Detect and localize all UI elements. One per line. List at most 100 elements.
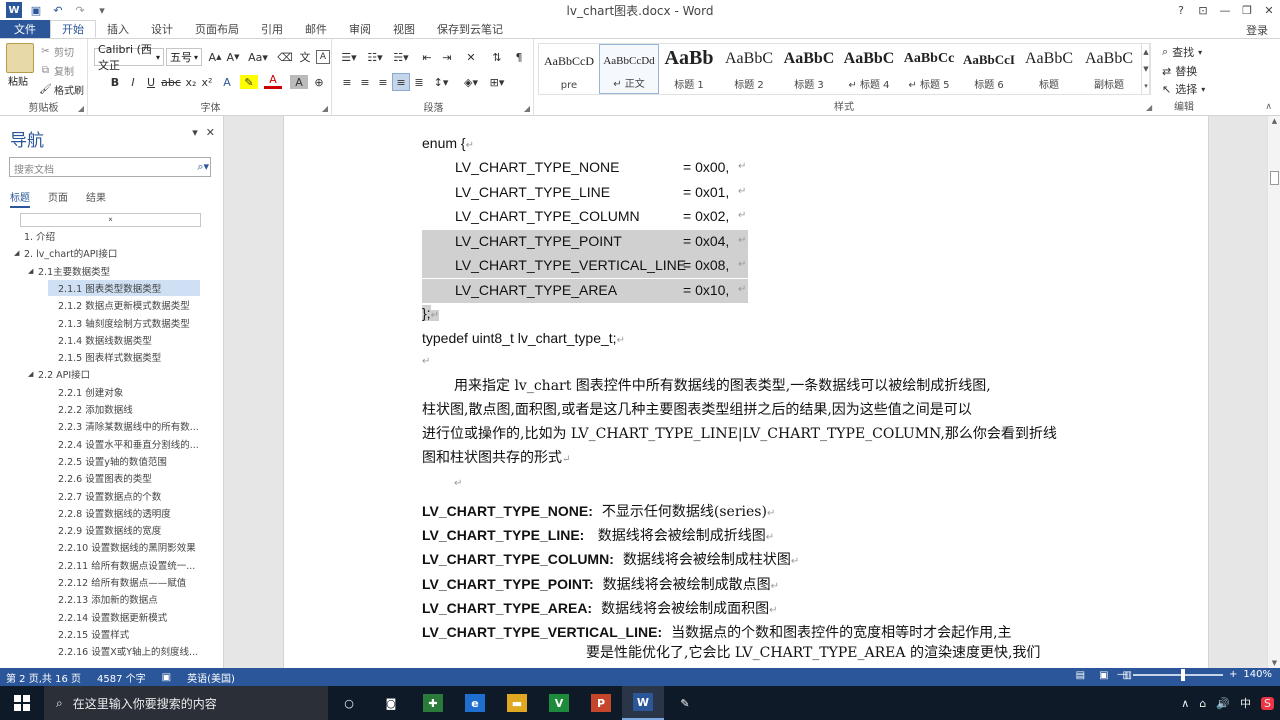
taskbar-app-powerpoint[interactable]: P <box>580 686 622 720</box>
nav-heading-item[interactable]: 1. 介绍 <box>14 228 55 244</box>
nav-heading-item[interactable]: 2.1.2 数据点更新模式数据类型 <box>48 297 190 313</box>
phonetic-guide-icon[interactable]: 文 <box>296 48 314 66</box>
nav-heading-item[interactable]: 2.1.4 数据线数据类型 <box>48 332 152 348</box>
dialog-launcher-icon[interactable]: ◢ <box>1146 103 1152 112</box>
underline-icon[interactable]: U <box>142 73 160 91</box>
nav-heading-item[interactable]: 2.2.4 设置水平和垂直分割线的... <box>48 436 199 452</box>
nav-collapse-bar[interactable]: ⌅ <box>20 213 201 227</box>
show-marks-icon[interactable]: ¶ <box>510 48 528 66</box>
replace-button[interactable]: ⇄ 替换 <box>1162 63 1197 79</box>
nav-tab-headings[interactable]: 标题 <box>10 189 30 208</box>
shading-icon[interactable]: ◈▾ <box>460 73 482 91</box>
increase-indent-icon[interactable]: ⇥ <box>438 48 456 66</box>
more-styles-icon[interactable]: ▾ <box>1144 82 1148 90</box>
print-layout-icon[interactable]: ▣ <box>1099 670 1108 681</box>
save-icon[interactable]: ▣ <box>26 1 46 19</box>
numbering-icon[interactable]: ☷▾ <box>364 48 386 66</box>
redo-icon[interactable]: ↷ <box>70 1 90 19</box>
style-subtitle[interactable]: AaBbC 副标题 <box>1079 44 1139 94</box>
word-count[interactable]: 4587 个字 <box>97 670 146 685</box>
style-heading-4[interactable]: AaBbC ↵ 标题 4 <box>839 44 899 94</box>
nav-heading-item[interactable]: 2.2.11 给所有数据点设置统一... <box>48 557 195 573</box>
taskbar-app-word[interactable]: W <box>622 686 664 720</box>
nav-heading-item[interactable]: 2.2.13 添加新的数据点 <box>48 591 158 607</box>
copy-button[interactable]: ⧉ 复制 <box>40 63 74 78</box>
network-icon[interactable]: ⌂ <box>1199 697 1206 710</box>
strikethrough-icon[interactable]: abc <box>161 73 181 91</box>
highlight-icon[interactable]: ✎ <box>240 75 258 89</box>
tab-home[interactable]: 开始 <box>50 20 96 38</box>
style-normal[interactable]: AaBbCcDd ↵ 正文 <box>599 44 659 94</box>
dialog-launcher-icon[interactable]: ◢ <box>78 104 84 113</box>
enclose-char-icon[interactable]: A <box>316 50 330 64</box>
paste-icon[interactable] <box>6 43 34 73</box>
taskbar-search[interactable]: ⌕ 在这里输入你要搜索的内容 <box>44 686 328 720</box>
style-heading-1[interactable]: AaBb 标题 1 <box>659 44 719 94</box>
style-heading-6[interactable]: AaBbCcI 标题 6 <box>959 44 1019 94</box>
shrink-font-icon[interactable]: A ▼ <box>224 48 242 66</box>
help-button[interactable]: ? <box>1170 0 1192 20</box>
ime-indicator[interactable]: 中 <box>1240 695 1251 711</box>
expand-triangle-icon[interactable]: ◢ <box>14 249 24 257</box>
nav-options-icon[interactable]: ▾ <box>192 126 198 139</box>
tab-design[interactable]: 设计 <box>140 20 184 38</box>
text-effects-icon[interactable]: A <box>218 73 236 91</box>
customize-qat-icon[interactable]: ▾ <box>92 1 112 19</box>
bold-icon[interactable]: B <box>106 73 124 91</box>
nav-heading-item[interactable]: 2.1.1 图表类型数据类型 <box>48 279 200 296</box>
style-pre[interactable]: AaBbCcD pre <box>539 44 599 94</box>
decrease-indent-icon[interactable]: ⇤ <box>418 48 436 66</box>
font-color-icon[interactable]: A <box>264 73 282 89</box>
font-size-select[interactable]: 五号 ▾ <box>166 48 202 66</box>
nav-heading-item[interactable]: 2.2.1 创建对象 <box>48 384 123 400</box>
nav-heading-item[interactable]: 2.2.15 设置样式 <box>48 626 129 642</box>
volume-icon[interactable]: 🔊 <box>1216 697 1230 710</box>
tab-layout[interactable]: 页面布局 <box>184 20 250 38</box>
nav-heading-item[interactable]: 2.2.6 设置图表的类型 <box>48 470 152 486</box>
distributed-icon[interactable]: ≣ <box>410 73 428 91</box>
find-button[interactable]: ⌕ 查找 ▾ <box>1162 44 1202 60</box>
italic-icon[interactable]: I <box>124 73 142 91</box>
tab-file[interactable]: 文件 <box>0 20 50 38</box>
document-page[interactable]: enum {↵ LV_CHART_TYPE_NONE = 0x00, ↵ LV_CHA… <box>283 116 1209 668</box>
align-left-icon[interactable]: ≡ <box>338 73 356 91</box>
dialog-launcher-icon[interactable]: ◢ <box>322 104 328 113</box>
read-mode-icon[interactable]: ▤ <box>1076 670 1085 681</box>
nav-heading-item[interactable]: ◢ 2.2 API接口 <box>28 366 90 382</box>
justify-icon[interactable]: ≡ <box>392 73 410 91</box>
nav-heading-item[interactable]: 2.2.12 给所有数据点——赋值 <box>48 574 186 590</box>
tab-save-cloud[interactable]: 保存到云笔记 <box>426 20 514 38</box>
chevron-down-icon[interactable]: ▼ <box>1143 65 1148 73</box>
nav-heading-item[interactable]: 2.2.3 清除某数据线中的所有数... <box>48 418 199 434</box>
tab-review[interactable]: 审阅 <box>338 20 382 38</box>
nav-heading-item[interactable]: 2.1.3 轴刻度绘制方式数据类型 <box>48 315 190 331</box>
nav-heading-item[interactable]: 2.2.9 设置数据线的宽度 <box>48 522 161 538</box>
taskbar-app-xmind[interactable]: ✚ <box>412 686 454 720</box>
cut-button[interactable]: ✂ 剪切 <box>40 44 74 59</box>
enclosed-char-icon[interactable]: ⊕ <box>310 73 328 91</box>
zoom-out-button[interactable]: — <box>1117 669 1127 680</box>
collapse-ribbon-icon[interactable]: ∧ <box>1265 102 1272 112</box>
taskbar-app-camera[interactable]: ◙ <box>370 686 412 720</box>
zoom-slider-knob[interactable] <box>1180 668 1185 681</box>
chinese-layout-icon[interactable]: ✕ <box>462 48 480 66</box>
nav-tab-pages[interactable]: 页面 <box>48 189 68 208</box>
nav-heading-item[interactable]: 2.2.16 设置X或Y轴上的刻度线... <box>48 643 198 659</box>
search-icon[interactable]: ⌕▾ <box>197 160 209 174</box>
start-button[interactable] <box>0 686 44 720</box>
nav-heading-item[interactable]: 2.2.14 设置数据更新模式 <box>48 609 167 625</box>
font-name-select[interactable]: Calibri (西文正 ▾ <box>94 43 164 72</box>
tab-references[interactable]: 引用 <box>250 20 294 38</box>
word-app-icon[interactable]: W <box>4 1 24 19</box>
grow-font-icon[interactable]: A ▲ <box>206 48 224 66</box>
show-hidden-icons[interactable]: ∧ <box>1181 697 1189 710</box>
page-count[interactable]: 第 2 页,共 16 页 <box>6 670 81 685</box>
taskbar-app-vim[interactable]: V <box>538 686 580 720</box>
nav-heading-item[interactable]: 2.2.5 设置y轴的数值范围 <box>48 453 167 469</box>
nav-heading-item[interactable]: 2.1.5 图表样式数据类型 <box>48 349 161 365</box>
style-title[interactable]: AaBbC 标题 <box>1019 44 1079 94</box>
char-shading-icon[interactable]: A <box>290 75 308 89</box>
style-heading-5[interactable]: AaBbCc ↵ 标题 5 <box>899 44 959 94</box>
taskbar-app-tool[interactable]: ✎ <box>664 686 706 720</box>
sogou-icon[interactable]: S <box>1261 696 1274 710</box>
